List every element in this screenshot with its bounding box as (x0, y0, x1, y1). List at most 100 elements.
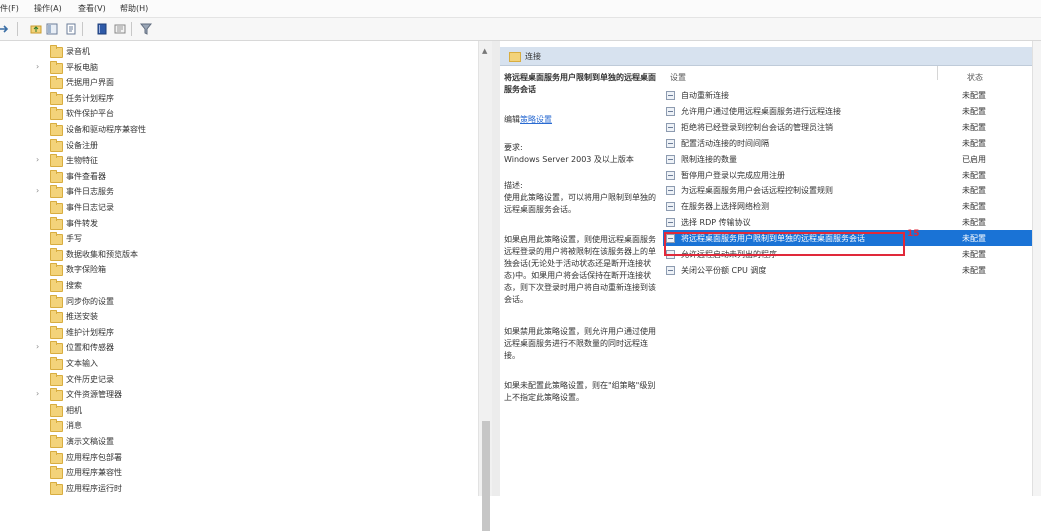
tree-item[interactable]: 同步你的设置 (0, 294, 470, 310)
setting-name: 拒绝将已经登录到控制台会话的管理员注销 (681, 122, 833, 132)
tree-item[interactable]: › 平板电脑 (0, 60, 470, 76)
tree-item[interactable]: 凭据用户界面 (0, 76, 470, 91)
setting-row[interactable]: 暂停用户登录以完成应用注册 未配置 (663, 167, 1032, 183)
tree-item[interactable]: 事件日志记录 (0, 201, 470, 216)
description-para-notconfigured: 如果未配置此策略设置，则在"组策略"级别上不指定此策略设置。 (504, 381, 656, 402)
toolbar-separator (17, 22, 18, 36)
tree-item[interactable]: 推送安装 (0, 310, 470, 325)
tree-item[interactable]: 事件查看器 (0, 169, 470, 185)
setting-state: 未配置 (962, 265, 986, 275)
folder-icon (50, 107, 63, 121)
policy-setting-icon (666, 186, 675, 196)
tree-scrollbar[interactable]: ▲ (478, 41, 493, 531)
setting-row[interactable]: 限制连接的数量 已启用 (663, 151, 1032, 167)
edit-policy-line: 编辑策略设置 (504, 114, 656, 126)
description-label: 描述: (504, 181, 523, 190)
scroll-up-arrow-icon[interactable]: ▲ (482, 47, 487, 55)
tree-item[interactable]: 相机 (0, 403, 470, 419)
setting-row[interactable]: 允许用户通过使用远程桌面服务进行远程连接 未配置 (663, 103, 1032, 119)
folder-icon (50, 45, 63, 58)
setting-state: 未配置 (962, 186, 986, 196)
expand-chevron-icon[interactable]: › (36, 389, 39, 398)
highlight-box (664, 232, 905, 256)
setting-state: 未配置 (962, 122, 986, 132)
tree-item[interactable]: 搜索 (0, 279, 470, 294)
folder-icon (50, 201, 63, 214)
setting-row[interactable]: 拒绝将已经登录到控制台会话的管理员注销 未配置 (663, 119, 1032, 135)
tree-item[interactable]: 手写 (0, 232, 470, 247)
filter-icon[interactable] (140, 23, 152, 35)
folder-icon (50, 435, 63, 448)
tree-item[interactable]: › 生物特征 (0, 154, 470, 169)
setting-row[interactable]: 为远程桌面服务用户会话远程控制设置规则 未配置 (663, 182, 1032, 198)
tree-item[interactable]: 维护计划程序 (0, 325, 470, 341)
tree-item[interactable]: › 文件资源管理器 (0, 388, 470, 403)
tree-item[interactable]: 录音机 (0, 45, 470, 60)
forward-arrow-icon[interactable] (0, 23, 10, 35)
help-book-icon[interactable] (96, 23, 108, 35)
tree-item-label: 应用程序运行时 (66, 483, 122, 493)
setting-state: 未配置 (962, 234, 986, 244)
description-panel: 将远程桌面服务用户限制到单独的远程桌面服务会话 编辑策略设置 要求: Windo… (500, 66, 660, 496)
toolbar-separator (82, 22, 83, 36)
tree-item[interactable]: 文件历史记录 (0, 372, 470, 388)
tree-item-label: 维护计划程序 (66, 327, 114, 337)
setting-row[interactable]: 在服务器上选择网络检测 未配置 (663, 198, 1032, 214)
properties-icon[interactable] (114, 23, 126, 35)
folder-icon (50, 154, 63, 168)
details-header-title: 连接 (525, 52, 541, 61)
setting-name: 在服务器上选择网络检测 (681, 202, 769, 212)
pane-splitter[interactable] (492, 41, 500, 496)
tree-item[interactable]: › 位置和传感器 (0, 341, 470, 356)
tree-item[interactable]: 设备和驱动程序兼容性 (0, 123, 470, 138)
scrollbar-thumb[interactable] (482, 421, 490, 531)
expand-chevron-icon[interactable]: › (36, 186, 39, 195)
tree-item[interactable]: 演示文稿设置 (0, 435, 470, 450)
column-setting[interactable]: 设置 (670, 72, 686, 83)
expand-chevron-icon[interactable]: › (36, 342, 39, 351)
setting-row[interactable]: 选择 RDP 传输协议 未配置 (663, 214, 1032, 230)
description-para-enabled: 如果启用此策略设置，则使用远程桌面服务远程登录的用户将被限制在该服务器上的单独会… (504, 235, 656, 304)
up-folder-icon[interactable] (30, 23, 42, 35)
show-hide-tree-icon[interactable] (46, 23, 58, 35)
folder-icon (50, 341, 63, 355)
expand-chevron-icon[interactable]: › (36, 62, 39, 71)
folder-icon (50, 419, 63, 433)
tree-item[interactable]: 任务计划程序 (0, 91, 470, 107)
tree-item-label: 事件转发 (66, 218, 98, 228)
tree-item[interactable]: 设备注册 (0, 138, 470, 154)
column-separator[interactable] (937, 66, 938, 80)
edit-policy-link[interactable]: 策略设置 (520, 115, 552, 124)
menu-file[interactable]: 件(F) (0, 3, 19, 14)
tree-item[interactable]: 消息 (0, 419, 470, 434)
setting-row[interactable]: 关闭公平份额 CPU 调度 未配置 (663, 262, 1032, 278)
export-list-icon[interactable] (65, 23, 77, 35)
tree-item[interactable]: 应用程序运行时 (0, 481, 470, 496)
tree-item[interactable]: 应用程序包部署 (0, 450, 470, 466)
policy-setting-icon (666, 138, 675, 148)
setting-name: 暂停用户登录以完成应用注册 (681, 170, 785, 180)
tree-item-label: 应用程序兼容性 (66, 468, 122, 478)
expand-chevron-icon[interactable]: › (36, 155, 39, 164)
tree-item[interactable]: 软件保护平台 (0, 107, 470, 122)
menu-view[interactable]: 查看(V) (78, 3, 106, 14)
tree-item[interactable]: 事件转发 (0, 216, 470, 232)
menu-action[interactable]: 操作(A) (34, 3, 62, 14)
tree-item-label: 事件日志服务 (66, 187, 114, 197)
column-state[interactable]: 状态 (967, 72, 983, 83)
tree-item-label: 推送安装 (66, 312, 98, 322)
tree-item[interactable]: 应用程序兼容性 (0, 466, 470, 481)
setting-row[interactable]: 配置活动连接的时间间隔 未配置 (663, 135, 1032, 151)
setting-state: 未配置 (962, 106, 986, 116)
tree-item[interactable]: 文本输入 (0, 357, 470, 372)
tree-item[interactable]: › 事件日志服务 (0, 185, 470, 200)
details-header: 连接 (500, 47, 1032, 66)
details-scrollbar[interactable] (1032, 41, 1041, 496)
tree-item-label: 设备和驱动程序兼容性 (66, 125, 146, 134)
folder-icon (50, 91, 63, 105)
tree-item[interactable]: 数字保险箱 (0, 263, 470, 278)
setting-row[interactable]: 自动重新连接 未配置 (663, 87, 1032, 103)
menu-help[interactable]: 帮助(H) (120, 3, 148, 14)
folder-icon (50, 481, 63, 495)
tree-item[interactable]: 数据收集和预览版本 (0, 247, 470, 263)
